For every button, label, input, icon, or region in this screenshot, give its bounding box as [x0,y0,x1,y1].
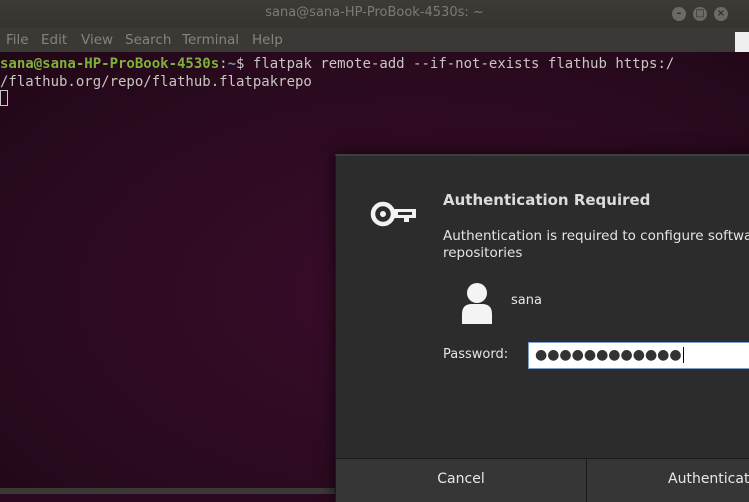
terminal-cursor [0,90,8,106]
command-line-1: sana@sana-HP-ProBook-4530s:~$ flatpak re… [0,54,674,74]
dialog-message-line-2: repositories [443,245,523,261]
menu-edit[interactable]: Edit [41,32,67,48]
dialog-message: Authentication is required to configure … [443,228,749,262]
prompt-separator: : [219,56,228,72]
prompt-path: ~ [227,56,237,72]
menu-help[interactable]: Help [252,32,283,48]
command-text: flatpak remote-add --if-not-exists flath… [252,56,675,72]
menu-bar: File Edit View Search Terminal Help [0,28,749,52]
text-cursor [682,347,684,363]
password-value: ●●●●●●●●●●●● [535,347,682,363]
key-icon [370,201,416,227]
title-bar: sana@sana-HP-ProBook-4530s: ~ – □ × [0,0,749,28]
command-line-2: /flathub.org/repo/flathub.flatpakrepo [0,74,312,90]
menu-terminal[interactable]: Terminal [182,32,239,48]
close-button[interactable]: × [714,7,728,21]
menu-search[interactable]: Search [125,32,171,48]
dialog-title: Authentication Required [443,191,651,209]
window-title: sana@sana-HP-ProBook-4530s: ~ [265,5,484,20]
dialog-button-row: Cancel Authenticate [336,458,749,502]
authenticate-button[interactable]: Authenticate [587,459,749,502]
dialog-message-line-1: Authentication is required to configure … [443,228,749,244]
password-field[interactable]: ●●●●●●●●●●●● [528,342,749,369]
minimize-button[interactable]: – [672,7,686,21]
authentication-dialog: Authentication Required Authentication i… [335,154,749,502]
terminal-scrollbar-bottom [0,488,335,494]
menu-view[interactable]: View [81,32,113,48]
cancel-button[interactable]: Cancel [336,459,587,502]
maximize-button[interactable]: □ [693,7,707,21]
username-label: sana [511,293,542,308]
prompt-symbol: $ [236,56,253,72]
user-avatar-icon [462,283,492,324]
prompt-user: sana@sana-HP-ProBook-4530s [0,56,220,72]
menu-file[interactable]: File [6,32,29,48]
password-label: Password: [443,347,509,362]
